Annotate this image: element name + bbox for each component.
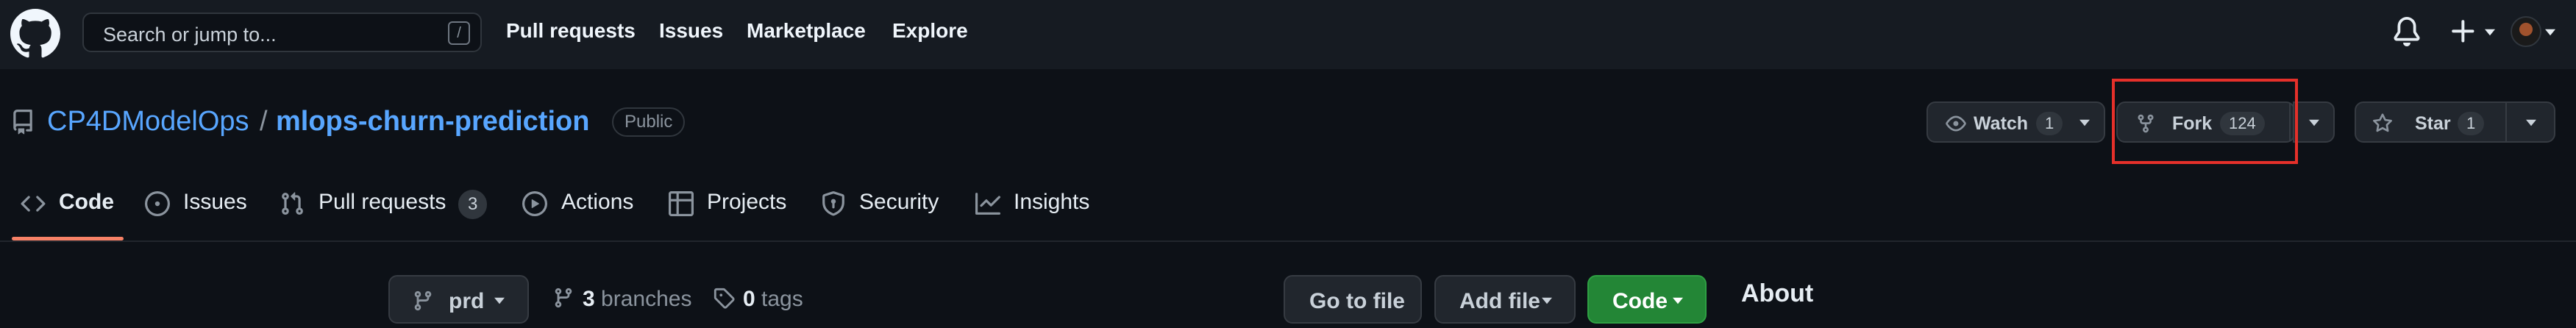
star-button[interactable]: Star 1 [2355, 101, 2508, 143]
branches-label: branches [601, 287, 692, 311]
tab-code-label: Code [59, 190, 114, 214]
code-button-label: Code [1612, 289, 1668, 313]
search-placeholder: Search or jump to... [103, 24, 277, 46]
play-icon [522, 191, 547, 216]
tabs-divider [0, 240, 2576, 242]
go-to-file-button[interactable]: Go to file [1284, 275, 1422, 324]
chevron-down-icon [2526, 119, 2536, 126]
search-input[interactable]: Search or jump to... / [82, 13, 482, 52]
nav-explore[interactable]: Explore [892, 19, 968, 43]
tab-projects-label: Projects [707, 190, 787, 214]
tab-pull-requests-label: Pull requests [319, 190, 446, 214]
chevron-down-icon [2485, 29, 2495, 36]
tag-icon [714, 288, 735, 309]
chevron-down-icon [2545, 29, 2555, 36]
search-shortcut-hint: / [448, 21, 470, 45]
issue-opened-icon [145, 191, 170, 216]
tags-label: tags [761, 287, 803, 311]
chevron-down-icon [1542, 297, 1552, 304]
branch-name: prd [449, 289, 485, 313]
plus-icon [2452, 20, 2474, 43]
notifications-bell-icon[interactable] [2392, 16, 2422, 47]
code-dropdown-button[interactable]: Code [1587, 275, 1707, 324]
chevron-down-icon [2309, 119, 2319, 126]
github-logo-icon[interactable] [10, 9, 60, 59]
go-to-file-label: Go to file [1309, 289, 1405, 313]
repo-name-link[interactable]: mlops-churn-prediction [276, 106, 589, 138]
avatar [2511, 16, 2541, 47]
graph-icon [975, 193, 1000, 215]
watch-label: Watch [1974, 113, 2029, 134]
tab-insights-label: Insights [1014, 190, 1090, 214]
git-branch-icon [555, 288, 572, 308]
table-icon [669, 191, 694, 216]
tags-count: 0 [743, 287, 755, 311]
branch-selector[interactable]: prd [388, 275, 529, 324]
watch-button[interactable]: Watch 1 [1926, 101, 2105, 143]
repo-owner-link[interactable]: CP4DModelOps [47, 106, 249, 138]
nav-pull-requests[interactable]: Pull requests [506, 19, 636, 43]
watch-count: 1 [2036, 112, 2063, 135]
visibility-badge: Public [612, 107, 686, 137]
branches-count: 3 [583, 287, 595, 311]
star-label: Star [2415, 113, 2451, 134]
chevron-down-icon [494, 297, 505, 304]
tags-count-text: 0 tags [743, 287, 803, 312]
chevron-down-icon [1673, 297, 1683, 304]
nav-marketplace[interactable]: Marketplace [747, 19, 866, 43]
repo-icon [13, 110, 32, 135]
add-file-button[interactable]: Add file [1434, 275, 1576, 324]
eye-icon [1946, 115, 1966, 132]
code-icon [21, 196, 46, 212]
repo-path-separator: / [260, 106, 268, 137]
about-heading: About [1741, 279, 1814, 307]
star-lists-dropdown[interactable] [2505, 101, 2555, 143]
shield-icon [822, 191, 844, 216]
nav-issues[interactable]: Issues [659, 19, 723, 43]
pull-requests-counter: 3 [458, 190, 488, 219]
tab-actions-label: Actions [561, 190, 634, 214]
star-icon [2373, 113, 2392, 132]
git-branch-icon [414, 290, 432, 311]
tab-issues-label: Issues [183, 190, 247, 214]
fork-highlight-box [2112, 79, 2298, 164]
chevron-down-icon [2079, 119, 2090, 126]
add-file-label: Add file [1459, 289, 1540, 313]
star-count: 1 [2458, 112, 2485, 135]
global-header: Search or jump to... / Pull requests Iss… [0, 0, 2576, 69]
fork-options-dropdown[interactable] [2293, 101, 2335, 143]
branches-count-text: 3 branches [583, 287, 691, 312]
git-pull-request-icon [282, 192, 303, 215]
tab-security-label: Security [859, 190, 939, 214]
